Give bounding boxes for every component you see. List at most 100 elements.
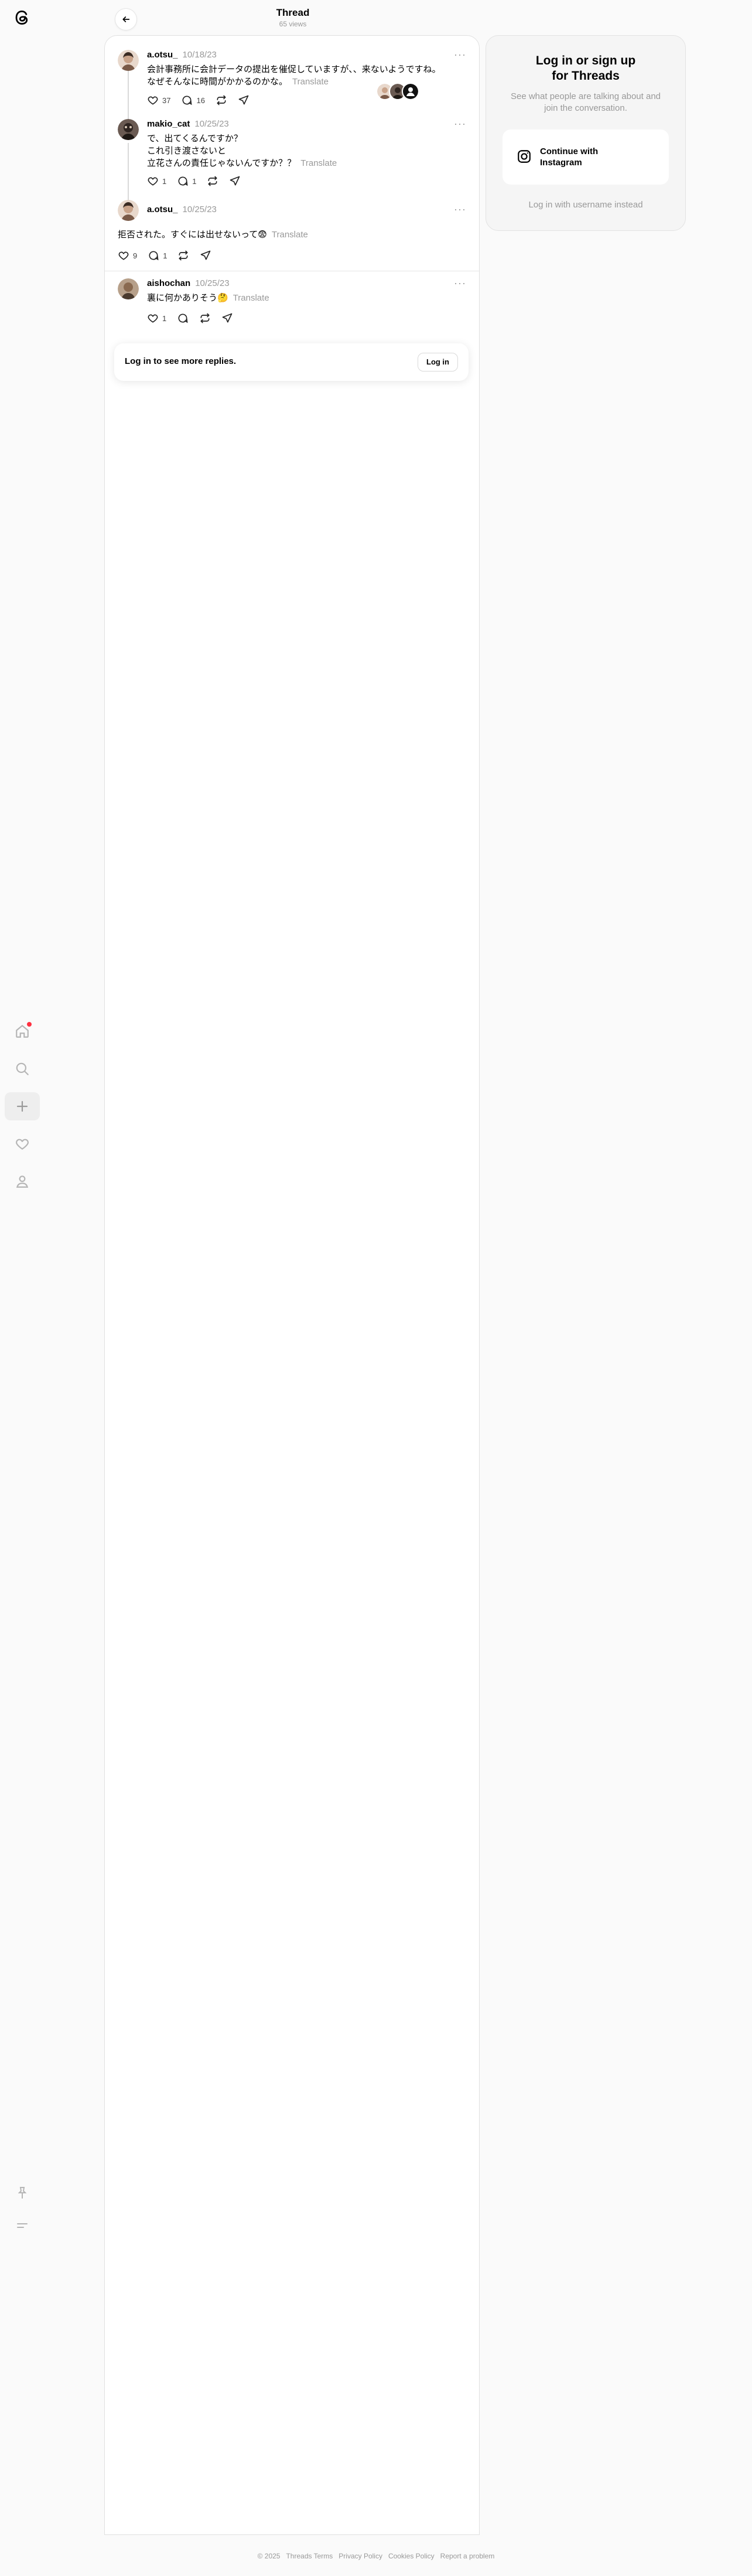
login-panel: Log in or sign up for Threads See what p… bbox=[486, 35, 686, 231]
share-button[interactable] bbox=[221, 312, 233, 324]
footer-link-privacy[interactable]: Privacy Policy bbox=[339, 2552, 382, 2560]
footer-link-report[interactable]: Report a problem bbox=[440, 2552, 495, 2560]
share-button[interactable] bbox=[229, 175, 241, 187]
reply-button[interactable] bbox=[177, 312, 189, 324]
avatar[interactable] bbox=[118, 200, 139, 221]
activity-nav-button[interactable] bbox=[5, 1130, 40, 1158]
repost-button[interactable] bbox=[199, 312, 211, 324]
repost-icon bbox=[199, 312, 211, 324]
login-panel-subtitle: See what people are talking about and jo… bbox=[510, 91, 661, 113]
username-login-link[interactable]: Log in with username instead bbox=[486, 200, 685, 210]
notification-dot bbox=[27, 1022, 32, 1027]
like-button[interactable]: 9 bbox=[118, 250, 137, 261]
translate-link[interactable]: Translate bbox=[272, 230, 308, 240]
menu-nav-button[interactable] bbox=[5, 2212, 40, 2240]
share-button[interactable] bbox=[200, 250, 211, 261]
profile-icon bbox=[15, 1174, 30, 1189]
like-button[interactable]: 37 bbox=[147, 94, 170, 106]
post-header: makio_cat 10/25/23 bbox=[147, 119, 229, 129]
comment-icon bbox=[177, 175, 189, 187]
avatar bbox=[402, 83, 419, 100]
reply-count: 1 bbox=[163, 251, 168, 260]
reply-count: 1 bbox=[192, 176, 197, 186]
post-line: 立花さんの責任じゃないんですか？？ bbox=[147, 158, 296, 168]
instagram-button-label: Continue with Instagram bbox=[540, 146, 599, 168]
more-options-button[interactable]: ··· bbox=[454, 118, 466, 130]
translate-link[interactable]: Translate bbox=[292, 77, 329, 87]
comment-icon bbox=[181, 94, 193, 106]
repost-button[interactable] bbox=[177, 250, 189, 261]
username[interactable]: aishochan bbox=[147, 278, 190, 288]
instagram-icon bbox=[517, 149, 532, 164]
share-button[interactable] bbox=[238, 94, 249, 106]
footer-link-terms[interactable]: Threads Terms bbox=[286, 2552, 333, 2560]
repost-button[interactable] bbox=[216, 94, 227, 106]
heart-icon bbox=[15, 1136, 30, 1151]
profile-nav-button[interactable] bbox=[5, 1167, 40, 1195]
timestamp[interactable]: 10/25/23 bbox=[195, 278, 229, 288]
view-count: 65 views bbox=[279, 20, 307, 28]
thread-card: a.otsu_ 10/18/23 ··· 会計事務所に会計データの提出を催促して… bbox=[104, 35, 480, 2535]
login-prompt: Log in to see more replies. Log in bbox=[114, 343, 469, 381]
post-line: これ引き渡さないと bbox=[147, 146, 227, 156]
repost-button[interactable] bbox=[207, 175, 218, 187]
login-panel-title-line: Log in or sign up bbox=[535, 54, 636, 67]
pin-nav-button[interactable] bbox=[5, 2179, 40, 2207]
like-count: 1 bbox=[162, 314, 167, 323]
more-options-button[interactable]: ··· bbox=[454, 49, 466, 61]
comment-icon bbox=[177, 312, 189, 324]
repost-icon bbox=[216, 94, 227, 106]
footer: © 2025 Threads Terms Privacy Policy Cook… bbox=[0, 2552, 752, 2560]
post-actions: 1 bbox=[147, 312, 233, 324]
login-panel-title-line: for Threads bbox=[552, 69, 620, 83]
translate-link[interactable]: Translate bbox=[233, 293, 269, 303]
like-count: 1 bbox=[162, 176, 167, 186]
reply-button[interactable]: 16 bbox=[181, 94, 205, 106]
home-nav-button[interactable] bbox=[5, 1017, 40, 1045]
heart-icon bbox=[118, 250, 129, 261]
username[interactable]: a.otsu_ bbox=[147, 205, 178, 214]
login-panel-title: Log in or sign up for Threads bbox=[486, 53, 685, 84]
like-count: 9 bbox=[133, 251, 138, 260]
username[interactable]: makio_cat bbox=[147, 119, 190, 129]
avatar[interactable] bbox=[118, 278, 139, 299]
like-button[interactable]: 1 bbox=[147, 312, 166, 324]
create-nav-button[interactable] bbox=[5, 1092, 40, 1120]
participant-avatars bbox=[376, 83, 419, 100]
timestamp[interactable]: 10/25/23 bbox=[194, 119, 228, 129]
like-button[interactable]: 1 bbox=[147, 175, 166, 187]
post-header: a.otsu_ 10/18/23 bbox=[147, 50, 217, 60]
post-actions: 9 1 bbox=[118, 250, 211, 261]
avatar[interactable] bbox=[118, 119, 139, 140]
like-count: 37 bbox=[162, 96, 171, 105]
reply-count: 16 bbox=[196, 96, 205, 105]
search-icon bbox=[15, 1061, 30, 1076]
continue-with-instagram-button[interactable]: Continue with Instagram bbox=[503, 130, 669, 185]
more-options-button[interactable]: ··· bbox=[454, 203, 466, 216]
reply-button[interactable]: 1 bbox=[148, 250, 167, 261]
post-body: 裏に何かありそう🤔 Translate bbox=[147, 292, 463, 304]
log-in-button[interactable]: Log in bbox=[418, 353, 458, 372]
pin-icon bbox=[15, 2186, 29, 2200]
page-title: Thread bbox=[276, 7, 310, 18]
timestamp[interactable]: 10/18/23 bbox=[183, 50, 217, 60]
post-line: 裏に何かありそう🤔 bbox=[147, 293, 228, 303]
send-icon bbox=[229, 175, 241, 187]
sidebar-rail bbox=[0, 0, 45, 2576]
post-line: なぜそんなに時間がかかるのかな。 bbox=[147, 77, 288, 87]
username[interactable]: a.otsu_ bbox=[147, 50, 178, 60]
search-nav-button[interactable] bbox=[5, 1055, 40, 1083]
footer-link-cookies[interactable]: Cookies Policy bbox=[388, 2552, 435, 2560]
heart-icon bbox=[147, 94, 159, 106]
post-actions: 37 16 bbox=[147, 94, 249, 106]
post-line: で、出てくるんですか？ bbox=[147, 134, 242, 144]
avatar[interactable] bbox=[118, 50, 139, 71]
timestamp[interactable]: 10/25/23 bbox=[183, 205, 217, 214]
more-options-button[interactable]: ··· bbox=[454, 277, 466, 289]
menu-icon bbox=[15, 2219, 29, 2233]
reply-button[interactable]: 1 bbox=[177, 175, 196, 187]
post-header: aishochan 10/25/23 bbox=[147, 278, 230, 288]
post-line: 拒否された。すぐには出せないって😨 bbox=[118, 230, 267, 240]
translate-link[interactable]: Translate bbox=[300, 158, 337, 168]
send-icon bbox=[238, 94, 249, 106]
